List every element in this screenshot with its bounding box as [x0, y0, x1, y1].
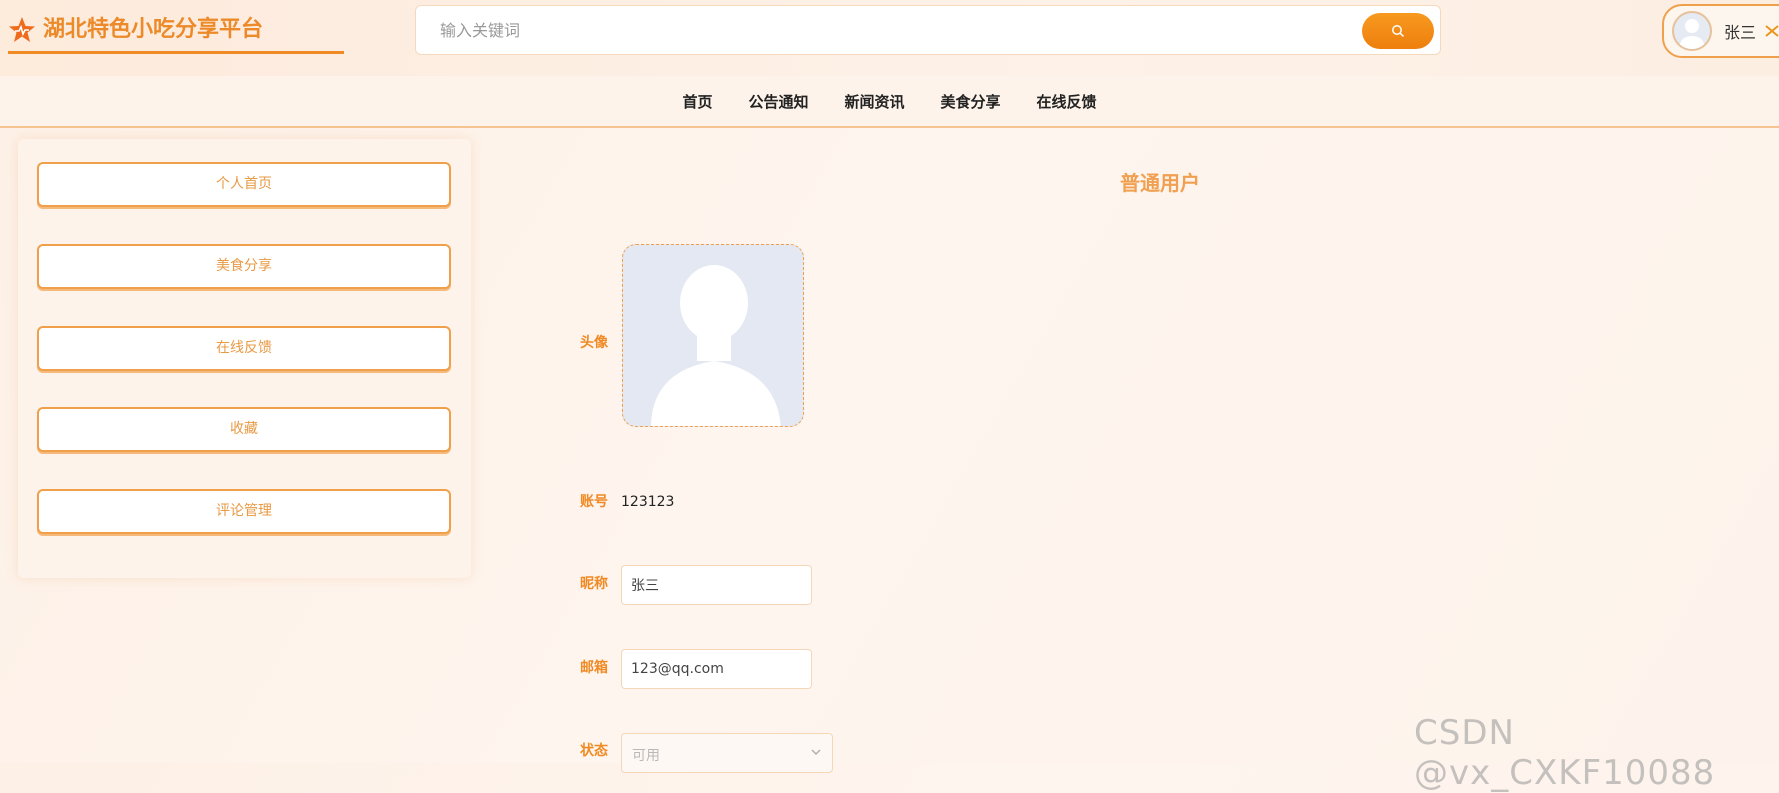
avatar-label: 头像 [580, 335, 608, 351]
site-title: 湖北特色小吃分享平台 [43, 17, 264, 42]
site-logo[interactable]: 湖北特色小吃分享平台 [8, 14, 344, 54]
sidebar-item-comments[interactable]: 评论管理 [37, 489, 451, 534]
page-title: 普通用户 [1120, 171, 1200, 195]
search-bar [415, 5, 1441, 55]
avatar-upload[interactable] [622, 244, 804, 427]
top-bar: 湖北特色小吃分享平台 张三 [0, 0, 1779, 76]
main-nav: 首页 公告通知 新闻资讯 美食分享 在线反馈 [0, 76, 1779, 128]
sidebar: 个人首页 美食分享 在线反馈 收藏 评论管理 [18, 139, 471, 578]
sidebar-item-food-share[interactable]: 美食分享 [37, 244, 451, 289]
nickname-label: 昵称 [580, 576, 608, 592]
watermark: CSDN @vx_CXKF10088 [1414, 713, 1716, 793]
user-menu[interactable]: 张三 [1662, 4, 1779, 58]
star-icon [9, 17, 35, 42]
sidebar-item-favorites[interactable]: 收藏 [37, 407, 451, 452]
status-select[interactable]: 可用 [621, 733, 833, 773]
nav-item-news[interactable]: 新闻资讯 [826, 91, 922, 112]
avatar [1672, 11, 1712, 51]
email-label: 邮箱 [580, 660, 608, 676]
search-input[interactable] [440, 6, 1340, 54]
nav-item-home[interactable]: 首页 [664, 91, 730, 112]
chevron-down-icon [811, 749, 821, 756]
status-label: 状态 [580, 743, 608, 759]
nav-item-notices[interactable]: 公告通知 [730, 91, 826, 112]
user-silhouette-icon [1679, 19, 1705, 49]
nav-item-feedback[interactable]: 在线反馈 [1019, 91, 1115, 112]
nickname-field[interactable] [621, 565, 812, 605]
email-field[interactable] [621, 649, 812, 689]
status-value: 可用 [632, 748, 660, 764]
account-value: 123123 [621, 494, 675, 510]
username: 张三 [1724, 23, 1757, 42]
search-icon [1392, 25, 1405, 38]
sidebar-item-profile[interactable]: 个人首页 [37, 162, 451, 207]
nav-item-food-share[interactable]: 美食分享 [923, 91, 1019, 112]
user-placeholder-icon [651, 265, 781, 426]
account-label: 账号 [580, 494, 608, 510]
search-button[interactable] [1362, 13, 1434, 49]
close-icon[interactable] [1764, 23, 1779, 39]
sidebar-item-feedback[interactable]: 在线反馈 [37, 326, 451, 371]
